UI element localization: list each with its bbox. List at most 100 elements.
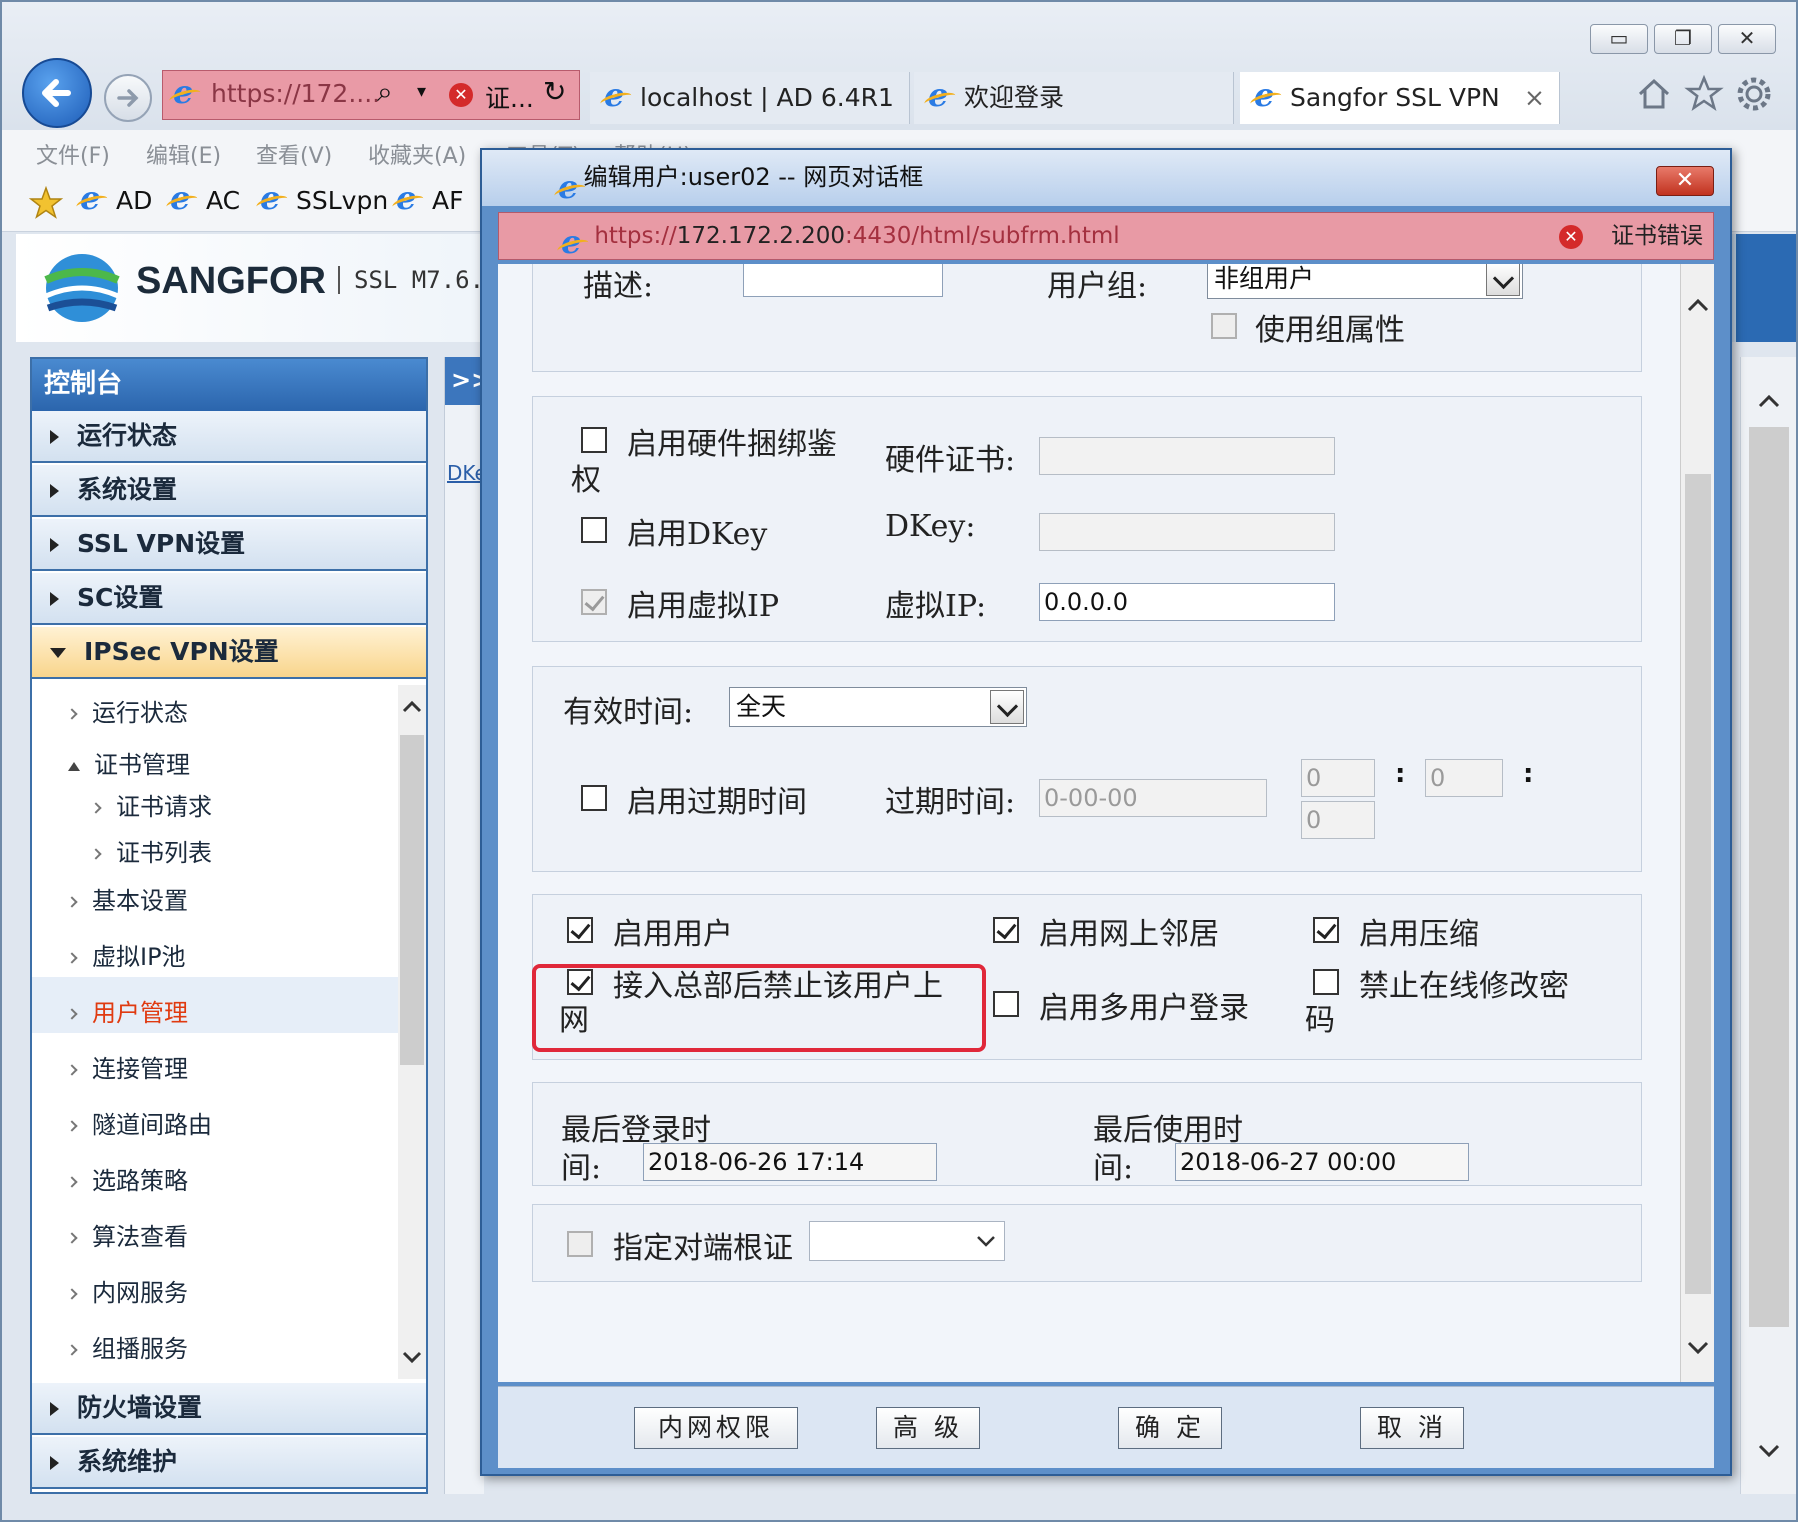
sidebar-scroll-thumb[interactable] — [400, 735, 424, 1065]
sub-item-basic-settings[interactable]: 基本设置 — [66, 881, 188, 916]
peer-root-cert-select[interactable] — [809, 1221, 1005, 1261]
virtual-ip-input[interactable]: 0.0.0.0 — [1039, 583, 1335, 621]
multi-login-checkbox[interactable] — [993, 991, 1019, 1017]
sub-item-tunnel-routing[interactable]: 隧道间路由 — [66, 1105, 212, 1140]
expire-minute-input[interactable]: 0 — [1425, 759, 1503, 797]
gear-icon[interactable] — [1734, 74, 1774, 114]
sub-item-intranet-service[interactable]: 内网服务 — [66, 1273, 188, 1308]
expire-second-input[interactable]: 0 — [1301, 801, 1375, 839]
scroll-down-icon[interactable] — [1755, 1437, 1783, 1465]
sub-item-multicast-service[interactable]: 组播服务 — [66, 1329, 188, 1364]
favorites-star-icon[interactable] — [28, 186, 64, 220]
sub-item-cert-request[interactable]: 证书请求 — [90, 787, 212, 822]
desc-input[interactable] — [743, 264, 943, 297]
enable-compress-checkbox[interactable] — [1313, 917, 1339, 943]
dialog-cert-error[interactable]: 证书错误 — [1611, 213, 1703, 259]
sidebar-item-run-status[interactable]: 运行状态 — [32, 411, 426, 463]
back-button[interactable] — [22, 58, 92, 128]
star-icon[interactable] — [1684, 74, 1724, 114]
sub-item-user-manage[interactable]: 用户管理 — [66, 993, 188, 1028]
tab-sangfor-ssl-vpn[interactable]: Sangfor SSL VPN × — [1240, 72, 1560, 124]
use-group-attr-checkbox[interactable] — [1211, 313, 1237, 339]
menu-view[interactable]: 查看(V) — [256, 138, 332, 170]
minimize-button[interactable]: ▭ — [1590, 24, 1648, 54]
dialog-scrollbar[interactable] — [1680, 264, 1714, 1382]
valid-time-select[interactable]: 全天 — [729, 687, 1027, 727]
expire-checkbox[interactable] — [581, 785, 607, 811]
dialog-close-button[interactable]: ✕ — [1656, 166, 1714, 196]
sidebar-scrollbar[interactable] — [398, 685, 426, 1379]
sidebar-item-ssl-vpn[interactable]: SSL VPN设置 — [32, 519, 426, 571]
restore-button[interactable]: ❐ — [1654, 24, 1712, 54]
last-login-input[interactable]: 2018-06-26 17:14 — [643, 1143, 937, 1181]
chevron-down-icon[interactable] — [974, 1230, 998, 1252]
fav-af[interactable]: AF — [394, 179, 463, 217]
chevron-down-icon[interactable] — [1486, 264, 1520, 296]
intranet-permission-button[interactable]: 内网权限 — [634, 1407, 798, 1449]
last-use-input[interactable]: 2018-06-27 00:00 — [1175, 1143, 1469, 1181]
menu-favorites[interactable]: 收藏夹(A) — [368, 138, 466, 170]
home-icon[interactable] — [1634, 74, 1674, 114]
hw-bind-checkbox[interactable] — [581, 427, 607, 453]
tab-localhost[interactable]: localhost | AD 6.4R1 — [590, 72, 910, 124]
forward-button[interactable] — [104, 74, 152, 122]
sidebar-item-label: 运行状态 — [77, 421, 178, 450]
group-select[interactable]: 非组用户 — [1207, 264, 1523, 299]
menu-edit[interactable]: 编辑(E) — [146, 138, 221, 170]
expire-hour-input[interactable]: 0 — [1301, 759, 1375, 797]
forward-arrow-icon — [117, 89, 139, 107]
sidebar-item-ipsec-vpn[interactable]: IPSec VPN设置 — [32, 627, 426, 679]
cancel-button[interactable]: 取 消 — [1360, 1407, 1464, 1449]
peer-root-cert-checkbox[interactable] — [567, 1231, 593, 1257]
expire-date-input[interactable]: 0-00-00 — [1039, 779, 1267, 817]
dropdown-icon[interactable]: ▾ — [417, 81, 426, 102]
page-scrollbar[interactable] — [1740, 357, 1796, 1494]
tab-welcome-login[interactable]: 欢迎登录 — [914, 72, 1234, 124]
sidebar-item-system-settings[interactable]: 系统设置 — [32, 465, 426, 517]
virtual-ip-checkbox[interactable] — [581, 589, 607, 615]
dkey-checkbox[interactable] — [581, 517, 607, 543]
sub-item-cert-list[interactable]: 证书列表 — [90, 833, 212, 868]
sub-item-label: 选路策略 — [92, 1167, 188, 1195]
tab-close-icon[interactable]: × — [1524, 72, 1545, 124]
menu-file[interactable]: 文件(F) — [36, 138, 110, 170]
sidebar-item-maintenance[interactable]: 系统维护 — [32, 1437, 426, 1489]
scroll-up-icon[interactable] — [1685, 292, 1711, 318]
sidebar-item-sc[interactable]: SC设置 — [32, 573, 426, 625]
cert-error-label[interactable]: 证... — [485, 79, 534, 115]
scroll-down-icon[interactable] — [1685, 1334, 1711, 1360]
chevron-down-icon[interactable] — [990, 690, 1024, 724]
advanced-button[interactable]: 高 级 — [876, 1407, 980, 1449]
sub-item-connection-manage[interactable]: 连接管理 — [66, 1049, 188, 1084]
sub-item-run-status[interactable]: 运行状态 — [66, 693, 188, 728]
collapse-toggle[interactable]: >> — [445, 357, 491, 405]
fav-ac[interactable]: AC — [168, 179, 240, 217]
page-scroll-thumb[interactable] — [1749, 427, 1789, 1327]
scroll-up-icon[interactable] — [1755, 387, 1783, 415]
enable-user-checkbox[interactable] — [567, 917, 593, 943]
sidebar-item-firewall[interactable]: 防火墙设置 — [32, 1383, 426, 1435]
ie-fav-icon — [168, 179, 198, 217]
fav-ad[interactable]: AD — [78, 179, 152, 217]
sub-item-route-policy[interactable]: 选路策略 — [66, 1161, 188, 1196]
dkey-input[interactable] — [1039, 513, 1335, 551]
sub-item-cert-manage[interactable]: 证书管理 — [68, 745, 190, 780]
address-bar[interactable]: https://172.... ⌕ ▾ ✕ 证... ↻ — [162, 70, 580, 120]
enable-neighbor-checkbox[interactable] — [993, 917, 1019, 943]
scroll-down-icon[interactable] — [400, 1345, 424, 1369]
refresh-icon[interactable]: ↻ — [543, 75, 566, 108]
sub-item-algorithm-view[interactable]: 算法查看 — [66, 1217, 188, 1252]
close-window-button[interactable]: ✕ — [1718, 24, 1776, 54]
sub-item-virtual-ip-pool[interactable]: 虚拟IP池 — [66, 937, 186, 972]
logo-text: SANGFOR — [136, 260, 326, 302]
dialog-scroll-thumb[interactable] — [1685, 474, 1711, 1294]
hw-cert-input[interactable] — [1039, 437, 1335, 475]
forbid-pwd-change-checkbox[interactable] — [1313, 969, 1339, 995]
ok-button[interactable]: 确 定 — [1118, 1407, 1222, 1449]
scroll-up-icon[interactable] — [400, 695, 424, 719]
hw-bind-label-cont: 权 — [571, 463, 601, 498]
tab-label: Sangfor SSL VPN — [1290, 83, 1500, 112]
search-icon[interactable]: ⌕ — [377, 75, 393, 109]
fav-sslvpn[interactable]: SSLvpn — [258, 179, 388, 217]
address-url[interactable]: https://172.... — [211, 79, 380, 108]
